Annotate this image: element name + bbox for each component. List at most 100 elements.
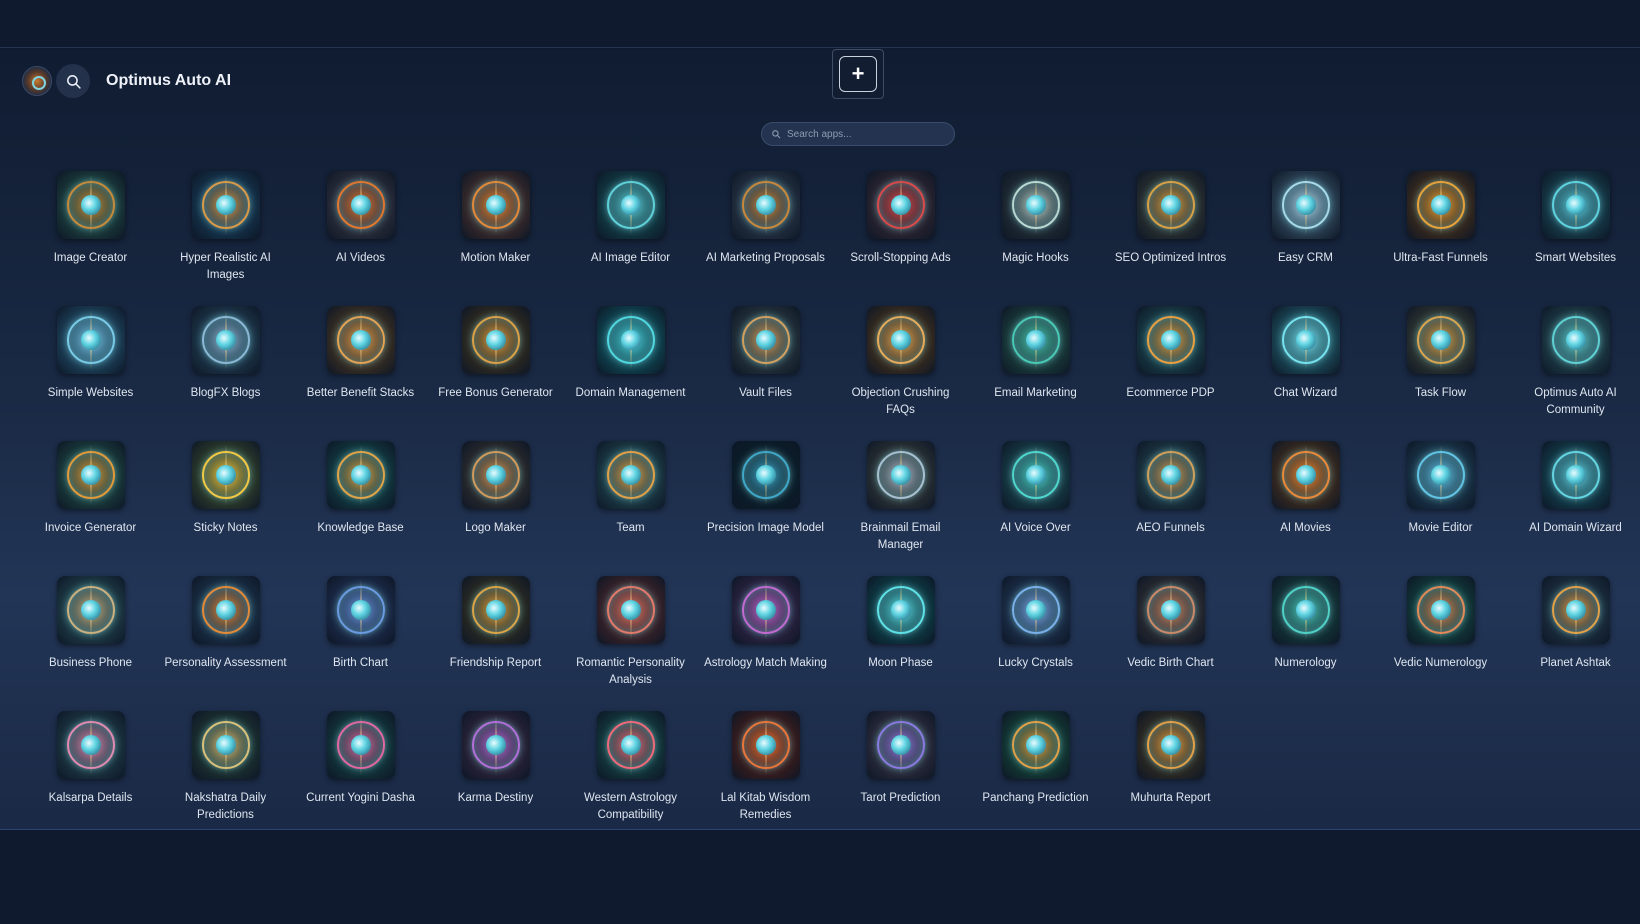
app-tile[interactable]: Muhurta Report <box>1103 711 1238 846</box>
app-tile[interactable]: Simple Websites <box>23 306 158 441</box>
app-tile[interactable]: Free Bonus Generator <box>428 306 563 441</box>
match-rings-icon <box>731 576 800 644</box>
app-tile[interactable]: AI Movies <box>1238 441 1373 576</box>
app-label: Hyper Realistic AI Images <box>180 252 271 281</box>
app-tile[interactable]: Birth Chart <box>293 576 428 711</box>
app-tile[interactable]: Better Benefit Stacks <box>293 306 428 441</box>
sticky-note-icon <box>191 441 260 509</box>
app-tile[interactable]: Chat Wizard <box>1238 306 1373 441</box>
app-tile[interactable]: Vedic Numerology <box>1373 576 1508 711</box>
app-tile[interactable]: Ultra-Fast Funnels <box>1373 171 1508 306</box>
community-network-icon <box>1541 306 1610 374</box>
app-tile[interactable]: Objection Crushing FAQs <box>833 306 968 441</box>
app-label: Precision Image Model <box>707 522 824 534</box>
app-tile[interactable]: Moon Phase <box>833 576 968 711</box>
app-tile[interactable]: AI Domain Wizard <box>1508 441 1640 576</box>
panel-header: Optimus Auto AI <box>22 61 231 101</box>
brand-logo <box>22 66 52 96</box>
app-tile[interactable]: Task Flow <box>1373 306 1508 441</box>
app-tile[interactable]: Domain Management <box>563 306 698 441</box>
app-tile[interactable]: Vault Files <box>698 306 833 441</box>
proposal-gem-icon <box>731 171 800 239</box>
app-tile[interactable]: Movie Editor <box>1373 441 1508 576</box>
app-tile[interactable]: Knowledge Base <box>293 441 428 576</box>
app-label: Western Astrology Compatibility <box>583 792 678 821</box>
invoice-dollar-icon <box>56 441 125 509</box>
crystal-icon <box>1001 576 1070 644</box>
question-mark-icon <box>866 306 935 374</box>
app-tile[interactable]: Current Yogini Dasha <box>293 711 428 846</box>
app-tile[interactable]: AI Voice Over <box>968 441 1103 576</box>
app-tile[interactable]: Nakshatra Daily Predictions <box>158 711 293 846</box>
app-tile[interactable]: Hyper Realistic AI Images <box>158 171 293 306</box>
app-tile[interactable]: Image Creator <box>23 171 158 306</box>
app-label: Panchang Prediction <box>982 792 1089 804</box>
app-label: Personality Assessment <box>164 657 287 669</box>
app-tile[interactable]: Astrology Match Making <box>698 576 833 711</box>
app-tile[interactable]: Ecommerce PDP <box>1103 306 1238 441</box>
app-tile[interactable]: Team <box>563 441 698 576</box>
app-tile[interactable]: Western Astrology Compatibility <box>563 711 698 846</box>
app-tile[interactable]: Scroll-Stopping Ads <box>833 171 968 306</box>
app-label: Logo Maker <box>465 522 526 534</box>
app-tile[interactable]: Numerology <box>1238 576 1373 711</box>
app-label: AI Domain Wizard <box>1529 522 1622 534</box>
app-tile[interactable]: Sticky Notes <box>158 441 293 576</box>
app-label: Business Phone <box>48 657 133 669</box>
app-tile[interactable]: Karma Destiny <box>428 711 563 846</box>
app-tile[interactable]: Motion Maker <box>428 171 563 306</box>
product-page-icon <box>1136 306 1205 374</box>
panchang-icon <box>1001 711 1070 779</box>
pyramid-stack-icon <box>326 306 395 374</box>
app-label: BlogFX Blogs <box>190 387 261 399</box>
crm-hexagon-icon <box>1271 171 1340 239</box>
app-tile[interactable]: Invoice Generator <box>23 441 158 576</box>
persona-icon <box>191 576 260 644</box>
app-tile[interactable]: Optimus Auto AI Community <box>1508 306 1640 441</box>
app-tile[interactable]: Personality Assessment <box>158 576 293 711</box>
app-tile[interactable]: Kalsarpa Details <box>23 711 158 846</box>
ads-eye-icon <box>866 171 935 239</box>
app-tile[interactable]: Panchang Prediction <box>968 711 1103 846</box>
app-tile[interactable]: Magic Hooks <box>968 171 1103 306</box>
app-label: AI Image Editor <box>590 252 671 264</box>
app-tile[interactable]: Precision Image Model <box>698 441 833 576</box>
app-label: Birth Chart <box>333 657 388 669</box>
app-tile[interactable]: Planet Ashtak <box>1508 576 1640 711</box>
app-label: Romantic Personality Analysis <box>576 657 685 686</box>
muhurta-icon <box>1136 711 1205 779</box>
app-label: Ecommerce PDP <box>1126 387 1215 399</box>
app-tile[interactable]: Brainmail Email Manager <box>833 441 968 576</box>
app-tile[interactable]: Email Marketing <box>968 306 1103 441</box>
app-tile[interactable]: AI Videos <box>293 171 428 306</box>
app-tile[interactable]: Friendship Report <box>428 576 563 711</box>
app-tile[interactable]: Business Phone <box>23 576 158 711</box>
app-tile[interactable]: Tarot Prediction <box>833 711 968 846</box>
app-label: Objection Crushing FAQs <box>851 387 950 416</box>
karma-heart-icon <box>461 711 530 779</box>
camera-lens-icon <box>191 171 260 239</box>
birth-chart-icon <box>326 576 395 644</box>
app-search-field[interactable] <box>761 122 955 146</box>
app-tile[interactable]: AEO Funnels <box>1103 441 1238 576</box>
app-tile[interactable]: AI Image Editor <box>563 171 698 306</box>
add-app-button[interactable]: + <box>832 49 884 99</box>
app-tile[interactable]: Vedic Birth Chart <box>1103 576 1238 711</box>
app-tile[interactable]: BlogFX Blogs <box>158 306 293 441</box>
app-tile[interactable]: AI Marketing Proposals <box>698 171 833 306</box>
app-tile[interactable]: Lucky Crystals <box>968 576 1103 711</box>
app-tile[interactable]: Lal Kitab Wisdom Remedies <box>698 711 833 846</box>
app-label: Task Flow <box>1414 387 1467 399</box>
moon-icon <box>866 576 935 644</box>
app-tile[interactable]: Romantic Personality Analysis <box>563 576 698 711</box>
app-tile[interactable]: Easy CRM <box>1238 171 1373 306</box>
search-button[interactable] <box>56 64 90 98</box>
app-label: AI Voice Over <box>1000 522 1071 534</box>
image-editor-icon <box>596 171 665 239</box>
search-input[interactable] <box>787 128 947 140</box>
app-tile[interactable]: Logo Maker <box>428 441 563 576</box>
app-tile[interactable]: SEO Optimized Intros <box>1103 171 1238 306</box>
app-label: AI Movies <box>1280 522 1331 534</box>
lotus-icon <box>56 711 125 779</box>
app-tile[interactable]: Smart Websites <box>1508 171 1640 306</box>
